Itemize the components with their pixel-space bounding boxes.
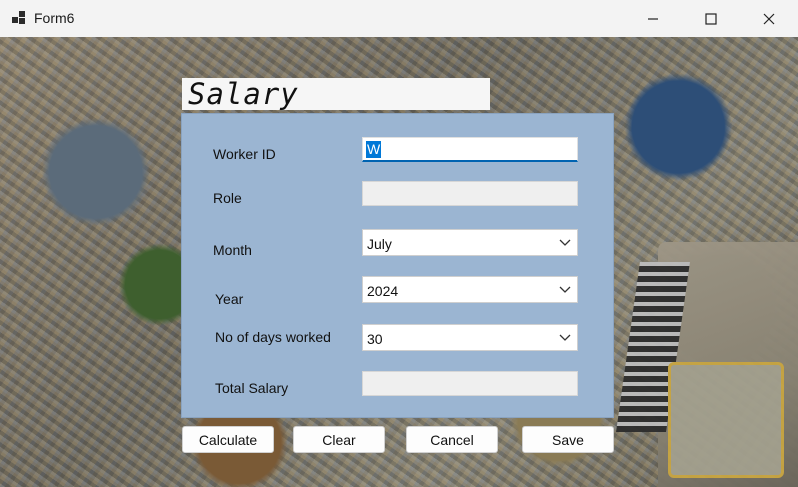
- maximize-button[interactable]: [682, 0, 740, 37]
- calculate-button[interactable]: Calculate: [182, 426, 274, 453]
- cancel-button[interactable]: Cancel: [406, 426, 498, 453]
- title-bar[interactable]: Form6: [0, 0, 798, 38]
- year-label: Year: [215, 291, 244, 307]
- days-worked-value: 30: [367, 331, 383, 347]
- form-heading: Salary Calculation: [182, 78, 490, 142]
- total-salary-field[interactable]: [362, 371, 578, 396]
- save-button[interactable]: Save: [522, 426, 614, 453]
- chevron-down-icon: [559, 286, 571, 293]
- year-value: 2024: [367, 283, 399, 299]
- chevron-down-icon: [559, 334, 571, 341]
- days-worked-label: No of days worked: [215, 329, 331, 345]
- close-button[interactable]: [740, 0, 798, 37]
- minimize-button[interactable]: [624, 0, 682, 37]
- month-dropdown[interactable]: July: [362, 229, 578, 256]
- worker-id-input[interactable]: W: [362, 137, 578, 162]
- month-value: July: [367, 236, 392, 252]
- total-salary-label: Total Salary: [215, 380, 289, 396]
- app-icon: [12, 11, 28, 27]
- days-worked-dropdown[interactable]: 30: [362, 324, 578, 351]
- role-field[interactable]: [362, 181, 578, 206]
- background-bulldozer: [616, 242, 798, 487]
- clear-button[interactable]: Clear: [293, 426, 385, 453]
- maximize-icon: [705, 12, 717, 25]
- month-label: Month: [213, 242, 252, 258]
- worker-id-label: Worker ID: [213, 146, 276, 162]
- minimize-icon: [648, 17, 658, 20]
- close-icon: [763, 13, 775, 24]
- chevron-down-icon: [559, 239, 571, 246]
- worker-id-value: W: [366, 141, 382, 158]
- year-dropdown[interactable]: 2024: [362, 276, 578, 303]
- window-title: Form6: [34, 10, 75, 26]
- role-label: Role: [213, 190, 242, 206]
